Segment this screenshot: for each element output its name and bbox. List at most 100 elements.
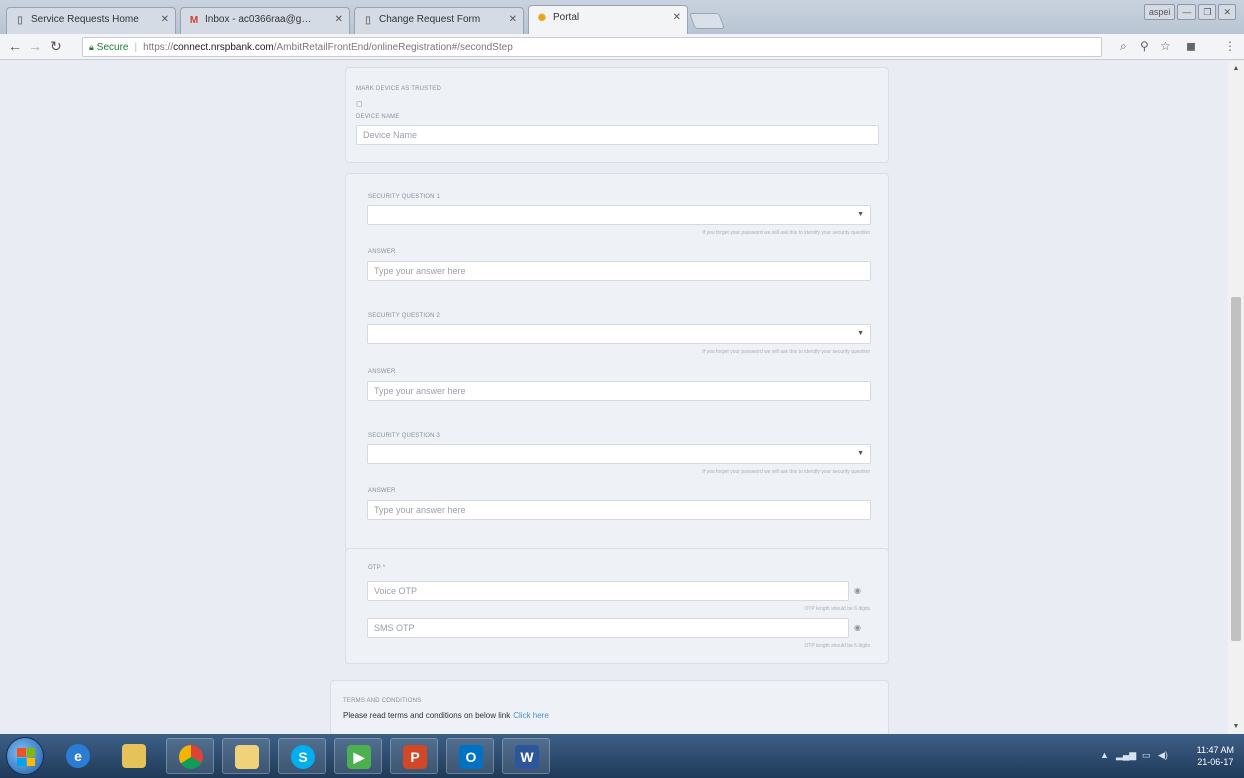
menu-icon[interactable]: ⋮ <box>1224 40 1236 52</box>
taskbar-explorer[interactable] <box>110 738 158 774</box>
taskbar-ie[interactable]: e <box>54 738 102 774</box>
chevron-down-icon: ▼ <box>857 211 864 218</box>
tab-label: Service Requests Home <box>31 14 139 25</box>
security-question-2-hint: If you forget your password we will ask … <box>702 349 870 355</box>
clock-time: 11:47 AM <box>1196 745 1234 755</box>
security-question-2-select[interactable]: ▼ <box>367 324 871 344</box>
security-question-1-hint: If you forget your password we will ask … <box>702 230 870 236</box>
url-separator: | <box>134 42 138 53</box>
taskbar-word[interactable]: W <box>502 738 550 774</box>
system-tray: ▲ ▂▄▆ ▭ ◀) 11:47 AM 21-06-17 <box>1084 734 1244 778</box>
window-controls: aspei — ❐ ✕ <box>1143 4 1236 20</box>
tab-label: Inbox - ac0366raa@g… <box>205 14 312 25</box>
taskbar-media[interactable]: ▶ <box>334 738 382 774</box>
sms-otp-hint: OTP length should be 6 digits <box>804 643 870 649</box>
taskbar-folders[interactable] <box>222 738 270 774</box>
gmail-icon: M <box>189 15 199 26</box>
clock-date: 21-06-17 <box>1197 757 1234 767</box>
eye-icon[interactable]: ◉ <box>854 623 861 632</box>
page-scrollbar[interactable]: ▲ ▼ <box>1228 61 1244 734</box>
key-icon[interactable]: ⚲ <box>1140 40 1149 52</box>
network-icon[interactable]: ▂▄▆ <box>1116 750 1136 761</box>
minimize-button[interactable]: — <box>1177 4 1197 20</box>
tab-label: Change Request Form <box>379 14 481 25</box>
tab-change-request[interactable]: ▯ Change Request Form ✕ <box>354 7 524 34</box>
chevron-down-icon: ▼ <box>857 450 864 457</box>
windows-taskbar: e S ▶ P O W ▲ ▂▄▆ ▭ ◀) 11:47 AM 21-06-17 <box>0 734 1244 778</box>
tab-inbox[interactable]: M Inbox - ac0366raa@g… ✕ <box>180 7 350 34</box>
taskbar-skype[interactable]: S <box>278 738 326 774</box>
url-host: connect.nrspbank.com <box>173 42 274 53</box>
url-field[interactable]: 🔒︎ Secure | https://connect.nrspbank.com/Am… <box>82 37 1102 57</box>
security-question-3-label: SECURITY QUESTION 3 <box>368 433 441 439</box>
taskbar-powerpoint[interactable]: P <box>390 738 438 774</box>
forward-icon[interactable]: → <box>28 39 42 53</box>
scroll-up-icon[interactable]: ▲ <box>1228 65 1244 72</box>
device-name-input[interactable]: Device Name <box>356 125 879 145</box>
device-card: MARK DEVICE AS TRUSTED ◻ DEVICE NAME Dev… <box>345 67 889 163</box>
security-question-2-label: SECURITY QUESTION 2 <box>368 313 441 319</box>
tab-label: Portal <box>553 12 580 23</box>
close-icon[interactable]: ✕ <box>161 14 169 25</box>
clock[interactable]: 11:47 AM 21-06-17 <box>1197 744 1234 768</box>
security-question-1-label: SECURITY QUESTION 1 <box>368 194 441 200</box>
registration-page: MARK DEVICE AS TRUSTED ◻ DEVICE NAME Dev… <box>0 61 1228 734</box>
address-bar: ← → ↻ 🔒︎ Secure | https://connect.nrspbank.… <box>0 34 1244 60</box>
voice-otp-input[interactable]: Voice OTP <box>367 581 849 601</box>
terms-link[interactable]: Click here <box>513 711 549 720</box>
file-explorer-icon <box>122 744 146 768</box>
answer-1-label: ANSWER <box>368 249 396 255</box>
answer-3-input[interactable]: Type your answer here <box>367 500 871 520</box>
reload-icon[interactable]: ↻ <box>50 39 62 53</box>
security-question-1-select[interactable]: ▼ <box>367 205 871 225</box>
eye-icon[interactable]: ◉ <box>854 586 861 595</box>
maximize-button[interactable]: ❐ <box>1198 4 1217 20</box>
windows-logo-icon <box>17 748 35 766</box>
close-icon[interactable]: ✕ <box>509 14 517 25</box>
folder-icon <box>235 745 259 769</box>
otp-title: OTP * <box>368 565 386 571</box>
scroll-thumb[interactable] <box>1231 297 1241 641</box>
device-name-label: DEVICE NAME <box>356 114 400 120</box>
taskbar-outlook[interactable]: O <box>446 738 494 774</box>
close-icon[interactable]: ✕ <box>335 14 343 25</box>
start-button[interactable] <box>6 737 44 775</box>
terms-card: TERMS AND CONDITIONS Please read terms a… <box>330 680 889 734</box>
volume-icon[interactable]: ◀) <box>1158 750 1168 761</box>
terms-text-label: Please read terms and conditions on belo… <box>343 711 511 720</box>
security-question-3-select[interactable]: ▼ <box>367 444 871 464</box>
terms-text: Please read terms and conditions on belo… <box>343 711 549 720</box>
close-window-button[interactable]: ✕ <box>1218 4 1236 20</box>
security-questions-card: SECURITY QUESTION 1 ▼ If you forget your… <box>345 173 889 595</box>
security-question-3-hint: If you forget your password we will ask … <box>702 469 870 475</box>
star-icon[interactable]: ☆ <box>1160 40 1171 52</box>
voice-otp-hint: OTP length should be 6 digits <box>804 606 870 612</box>
powerpoint-icon: P <box>403 745 427 769</box>
portal-icon: ✺ <box>537 13 547 24</box>
sms-otp-input[interactable]: SMS OTP <box>367 618 849 638</box>
new-tab-button[interactable] <box>689 13 725 29</box>
tab-service-requests[interactable]: ▯ Service Requests Home ✕ <box>6 7 176 34</box>
show-hidden-icons-icon[interactable]: ▲ <box>1100 750 1109 760</box>
trusted-device-checkbox[interactable]: ◻ <box>356 99 363 108</box>
word-icon: W <box>515 745 539 769</box>
scroll-down-icon[interactable]: ▼ <box>1228 723 1244 730</box>
otp-card: OTP * Voice OTP ◉ OTP length should be 6… <box>345 548 889 664</box>
document-icon: ▯ <box>17 15 23 26</box>
browser-titlebar: ▯ Service Requests Home ✕ M Inbox - ac03… <box>0 0 1244 35</box>
window-user-label: aspei <box>1143 4 1176 20</box>
close-icon[interactable]: ✕ <box>673 12 681 23</box>
answer-3-label: ANSWER <box>368 488 396 494</box>
taskbar-chrome[interactable] <box>166 738 214 774</box>
zoom-icon[interactable]: ⌕ <box>1120 40 1127 52</box>
url-path: /AmbitRetailFrontEnd/onlineRegistration#… <box>273 42 513 53</box>
secure-label: Secure <box>96 42 129 53</box>
answer-1-input[interactable]: Type your answer here <box>367 261 871 281</box>
battery-icon[interactable]: ▭ <box>1142 750 1151 761</box>
extension-icon[interactable]: ◼ <box>1186 40 1196 52</box>
internet-explorer-icon: e <box>66 744 90 768</box>
back-icon[interactable]: ← <box>8 39 22 53</box>
chevron-down-icon: ▼ <box>857 330 864 337</box>
answer-2-input[interactable]: Type your answer here <box>367 381 871 401</box>
tab-portal[interactable]: ✺ Portal ✕ <box>528 5 688 35</box>
